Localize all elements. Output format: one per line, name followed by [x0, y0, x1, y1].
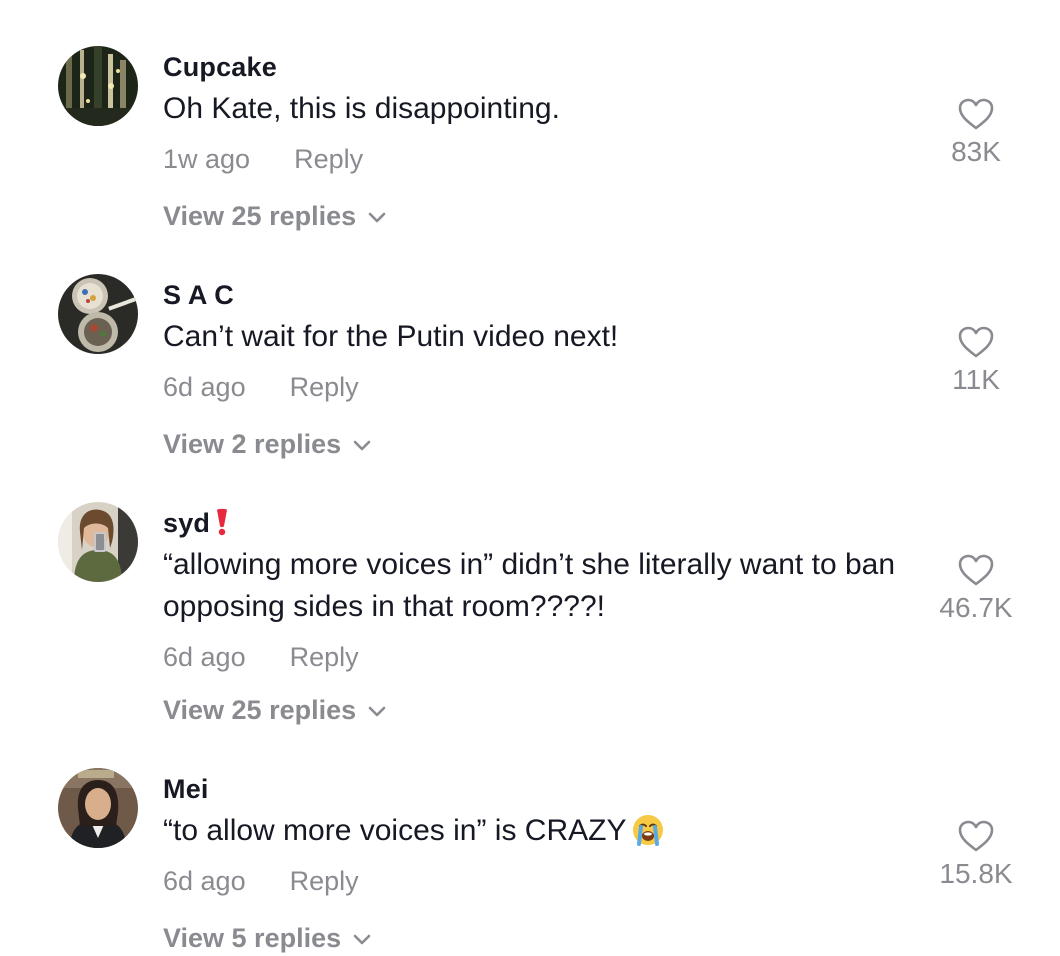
chevron-down-icon — [368, 200, 386, 231]
chevron-down-icon — [353, 922, 371, 953]
like-control: 46.7K — [916, 554, 1036, 624]
view-replies-label: View 25 replies — [163, 695, 357, 725]
heart-outline-icon[interactable] — [958, 326, 994, 358]
view-replies-button[interactable]: View 2 replies — [163, 428, 371, 460]
comment-text: Can’t wait for the Putin video next! — [163, 320, 619, 353]
view-replies-button[interactable]: View 5 replies — [163, 922, 371, 954]
view-replies-label: View 2 replies — [163, 429, 342, 459]
comment-username[interactable]: syd — [163, 508, 230, 543]
reply-button[interactable]: Reply — [290, 372, 359, 403]
comment-username[interactable]: S A C — [163, 280, 234, 311]
heart-outline-icon[interactable] — [958, 98, 994, 130]
like-count: 83K — [951, 136, 1001, 167]
comment-timestamp: 1w ago — [163, 144, 251, 174]
comment-text: “allowing more voices in” didn’t she lit… — [163, 548, 896, 623]
loudly-crying-face-emoji — [632, 814, 664, 858]
comment-username-text: syd — [163, 508, 211, 538]
comment-meta: 6d ago Reply — [163, 642, 359, 673]
comment-meta: 6d ago Reply — [163, 866, 359, 897]
reply-button[interactable]: Reply — [290, 642, 359, 673]
avatar[interactable] — [58, 502, 138, 582]
comment-timestamp: 6d ago — [163, 642, 246, 672]
heart-outline-icon[interactable] — [958, 820, 994, 852]
comment-text-body: “to allow more voices in” is CRAZY — [163, 814, 627, 847]
reply-button[interactable]: Reply — [290, 866, 359, 897]
comment-timestamp: 6d ago — [163, 866, 246, 896]
comment-meta: 1w ago Reply — [163, 144, 363, 175]
like-count: 46.7K — [939, 592, 1013, 623]
view-replies-label: View 5 replies — [163, 923, 342, 953]
avatar[interactable] — [58, 46, 138, 126]
comment-meta: 6d ago Reply — [163, 372, 359, 403]
chevron-down-icon — [368, 694, 386, 725]
reply-button[interactable]: Reply — [294, 144, 363, 175]
view-replies-label: View 25 replies — [163, 201, 357, 231]
comment-username[interactable]: Mei — [163, 774, 209, 805]
avatar[interactable] — [58, 274, 138, 354]
heavy-exclamation-emoji — [214, 508, 230, 543]
chevron-down-icon — [353, 428, 371, 459]
like-control: 83K — [916, 98, 1036, 168]
comment-text: “to allow more voices in” is CRAZY — [163, 810, 903, 858]
avatar[interactable] — [58, 768, 138, 848]
comment-username[interactable]: Cupcake — [163, 52, 277, 83]
like-control: 11K — [916, 326, 1036, 396]
like-count: 15.8K — [939, 858, 1013, 889]
like-control: 15.8K — [916, 820, 1036, 890]
heart-outline-icon[interactable] — [958, 554, 994, 586]
view-replies-button[interactable]: View 25 replies — [163, 694, 386, 726]
like-count: 11K — [952, 364, 1000, 395]
view-replies-button[interactable]: View 25 replies — [163, 200, 386, 232]
comment-text: Oh Kate, this is disappointing. — [163, 92, 560, 125]
comment-timestamp: 6d ago — [163, 372, 246, 402]
